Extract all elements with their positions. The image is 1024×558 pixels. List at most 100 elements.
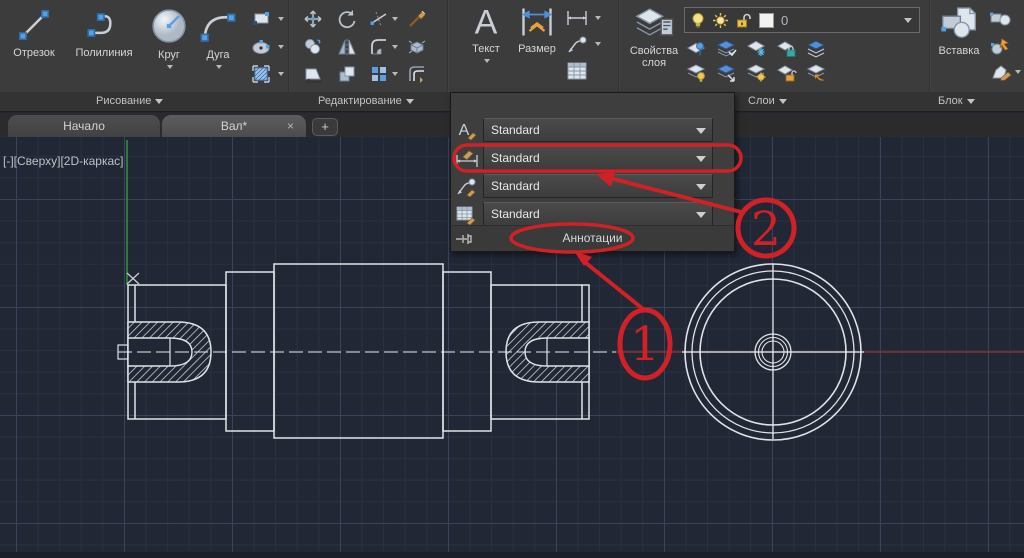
block-editor-button[interactable]	[989, 62, 1011, 84]
define-attribute-button[interactable]	[989, 36, 1011, 58]
create-block-button[interactable]	[989, 8, 1011, 30]
hatch-button[interactable]	[250, 63, 272, 85]
tab-drawing-val[interactable]: Вал* ×	[162, 115, 306, 137]
hatch-dropdown-icon[interactable]	[278, 72, 284, 76]
layer-on-bulb-icon[interactable]	[690, 12, 706, 29]
panel-label-modify-caret-icon	[406, 99, 414, 104]
explode-button[interactable]	[406, 36, 428, 58]
dimension-button[interactable]: Размер	[511, 4, 563, 55]
fillet-button[interactable]	[368, 36, 390, 58]
multileader-style-select[interactable]: Standard	[483, 174, 713, 198]
circle-icon	[149, 6, 189, 46]
insert-block-button[interactable]: Вставка	[933, 4, 985, 57]
layer-previous-button[interactable]	[806, 63, 828, 85]
multileader-dropdown-icon[interactable]	[595, 42, 601, 46]
layer-isolate-button[interactable]	[806, 39, 828, 61]
ellipse-icon	[250, 36, 272, 58]
layer-properties-button[interactable]: Свойства слоя	[626, 2, 682, 69]
ellipse-dropdown-icon[interactable]	[278, 45, 284, 49]
rotate-icon	[336, 8, 358, 30]
trim-button[interactable]	[368, 8, 390, 30]
scale-button[interactable]	[336, 63, 358, 85]
layer-thaw-sun-icon[interactable]	[712, 12, 729, 29]
new-tab-button[interactable]: +	[312, 118, 338, 136]
panel-annotation: A Текст Размер	[449, 0, 618, 92]
layer-walk-button[interactable]	[716, 63, 738, 85]
insert-block-label: Вставка	[939, 45, 980, 57]
text-style-dropdown-icon	[696, 128, 706, 134]
explode-icon	[406, 36, 428, 58]
table-button[interactable]	[565, 60, 587, 82]
match-properties-button[interactable]	[406, 8, 428, 30]
panel-label-layers[interactable]: Слои	[748, 95, 787, 107]
text-style-icon: A	[455, 119, 479, 141]
annotation-flyout-footer[interactable]: Аннотации	[451, 225, 734, 251]
dimension-style-icon	[455, 147, 481, 169]
table-icon	[565, 60, 589, 82]
mirror-button[interactable]	[336, 36, 358, 58]
arc-button[interactable]: Дуга	[194, 6, 242, 73]
layer-thaw-all-button[interactable]	[746, 63, 768, 85]
layer-match-icon	[716, 39, 738, 59]
fillet-dropdown-icon[interactable]	[392, 45, 398, 49]
array-dropdown-icon[interactable]	[392, 72, 398, 76]
layer-freeze-button[interactable]	[746, 39, 768, 61]
arc-dropdown-icon[interactable]	[216, 65, 222, 69]
table-style-select[interactable]: Standard	[483, 202, 713, 226]
layer-match-button[interactable]	[716, 39, 738, 61]
dimension-style-select[interactable]: Standard	[483, 146, 713, 170]
circle-button[interactable]: Круг	[146, 6, 192, 73]
array-button[interactable]	[368, 63, 390, 85]
dimension-label: Размер	[518, 43, 556, 55]
layer-combo[interactable]: 0	[684, 7, 920, 33]
stretch-icon	[302, 63, 324, 85]
move-button[interactable]	[302, 8, 324, 30]
text-button[interactable]: A Текст	[461, 4, 511, 67]
block-editor-icon	[989, 62, 1013, 82]
layer-properties-label-2: слоя	[642, 57, 666, 69]
point-marker	[127, 273, 139, 284]
rectangle-dropdown-icon[interactable]	[278, 17, 284, 21]
dim-linear-button[interactable]	[565, 8, 587, 30]
copy-button[interactable]	[302, 36, 324, 58]
array-icon	[368, 63, 390, 85]
panel-label-block-caret-icon	[967, 99, 975, 104]
layer-make-current-button[interactable]	[686, 39, 708, 61]
offset-button[interactable]	[406, 63, 428, 85]
annotation-flyout-label: Аннотации	[451, 231, 734, 245]
polyline-label: Полилиния	[75, 47, 132, 59]
layer-combo-dropdown-icon[interactable]	[904, 18, 912, 23]
arc-icon	[198, 6, 238, 46]
insert-block-icon	[938, 4, 980, 42]
panel-label-modify[interactable]: Редактирование	[318, 95, 414, 107]
multileader-style-dropdown-icon	[696, 184, 706, 190]
layer-lock-button[interactable]	[776, 39, 798, 61]
rotate-button[interactable]	[336, 8, 358, 30]
rectangle-button[interactable]	[250, 8, 272, 30]
block-editor-dropdown-icon[interactable]	[1015, 70, 1021, 74]
line-button[interactable]: Отрезок	[6, 6, 62, 59]
hatch-icon	[250, 63, 272, 85]
polyline-button[interactable]: Полилиния	[62, 6, 146, 59]
annotation-flyout: A Standard Standard Standard Standard Ан…	[450, 92, 735, 252]
multileader-button[interactable]	[565, 34, 587, 56]
layer-unlock-all-button[interactable]	[776, 63, 798, 85]
circle-dropdown-icon[interactable]	[167, 65, 173, 69]
tab-close-icon[interactable]: ×	[287, 115, 294, 137]
text-dropdown-icon[interactable]	[484, 59, 490, 63]
layer-unlock-icon[interactable]	[735, 12, 752, 29]
layer-color-swatch[interactable]	[759, 13, 774, 28]
dim-linear-dropdown-icon[interactable]	[595, 16, 601, 20]
panel-label-layers-caret-icon	[779, 99, 787, 104]
ellipse-button[interactable]	[250, 36, 272, 58]
layer-properties-label-1: Свойства	[630, 45, 678, 57]
text-style-select[interactable]: Standard	[483, 118, 713, 142]
circle-label: Круг	[158, 49, 180, 61]
stretch-button[interactable]	[302, 63, 324, 85]
tab-start[interactable]: Начало	[8, 115, 160, 137]
layer-off-button[interactable]	[686, 63, 708, 85]
panel-label-draw[interactable]: Рисование	[96, 95, 163, 107]
scale-icon	[336, 63, 358, 85]
trim-dropdown-icon[interactable]	[392, 17, 398, 21]
panel-label-block[interactable]: Блок	[938, 95, 975, 107]
